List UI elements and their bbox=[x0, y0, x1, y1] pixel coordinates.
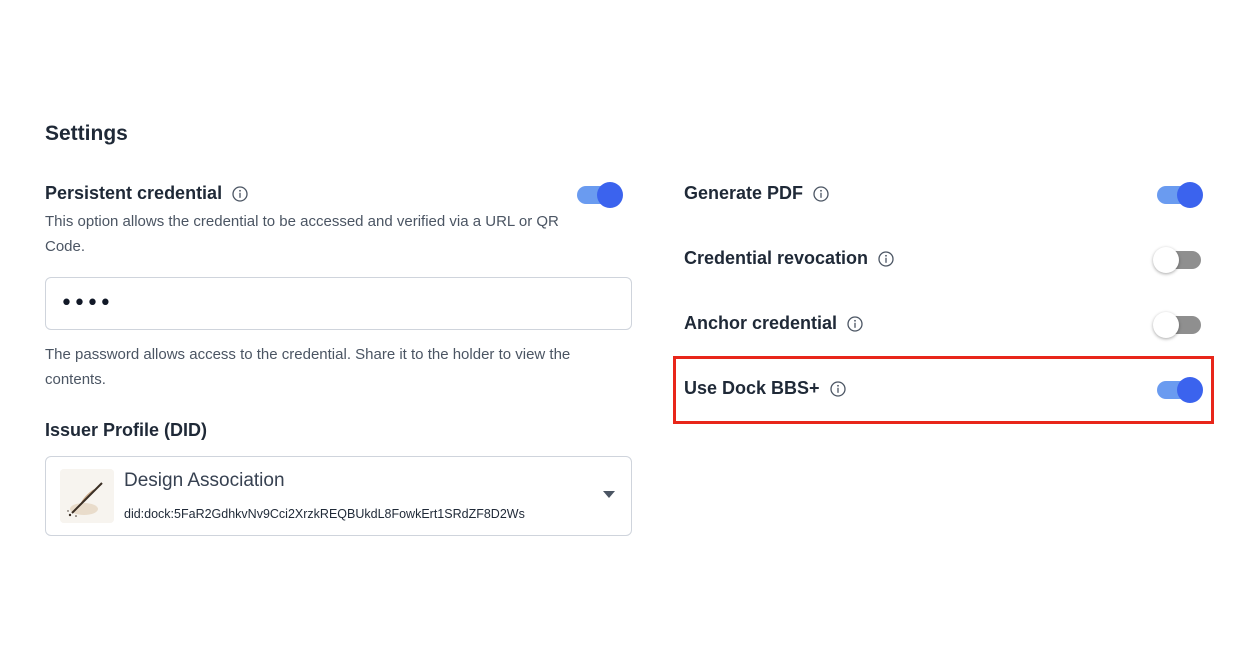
issuer-profile-label: Issuer Profile (DID) bbox=[45, 420, 208, 440]
issuer-name: Design Association bbox=[124, 470, 285, 491]
generate-pdf-label: Generate PDF bbox=[684, 183, 804, 203]
chevron-down-icon[interactable] bbox=[603, 491, 615, 498]
issuer-profile-select[interactable]: Design Association did:dock:5FaR2GdhkvNv… bbox=[45, 456, 632, 536]
anchor-credential-label: Anchor credential bbox=[684, 313, 838, 333]
persistent-credential-description: This option allows the credential to be … bbox=[45, 213, 559, 255]
credential-revocation-row: Credential revocation bbox=[684, 248, 894, 269]
info-icon[interactable] bbox=[232, 185, 248, 202]
persistent-credential-toggle[interactable] bbox=[577, 182, 623, 208]
toggle-knob bbox=[1153, 312, 1179, 338]
anchor-credential-row: Anchor credential bbox=[684, 313, 863, 334]
use-dock-bbs-row: Use Dock BBS+ bbox=[684, 378, 846, 399]
settings-title: Settings bbox=[45, 122, 128, 145]
info-icon[interactable] bbox=[878, 250, 894, 267]
generate-pdf-row: Generate PDF bbox=[684, 183, 829, 204]
persistent-credential-label: Persistent credential bbox=[45, 183, 223, 203]
info-icon[interactable] bbox=[813, 185, 829, 202]
persistent-credential-row: Persistent credential bbox=[45, 183, 248, 204]
generate-pdf-toggle[interactable] bbox=[1157, 182, 1203, 208]
anchor-credential-toggle[interactable] bbox=[1153, 312, 1203, 338]
toggle-knob bbox=[1177, 377, 1203, 403]
info-icon[interactable] bbox=[847, 315, 863, 332]
issuer-did: did:dock:5FaR2GdhkvNv9Cci2XrzkREQBUkdL8F… bbox=[124, 507, 525, 521]
toggle-knob bbox=[1177, 182, 1203, 208]
use-dock-bbs-toggle[interactable] bbox=[1157, 377, 1203, 403]
info-icon[interactable] bbox=[829, 380, 846, 397]
password-field[interactable] bbox=[45, 277, 632, 330]
quill-pen-icon bbox=[60, 469, 114, 523]
use-dock-bbs-label: Use Dock BBS+ bbox=[684, 378, 820, 398]
credential-revocation-toggle[interactable] bbox=[1153, 247, 1203, 273]
credential-revocation-label: Credential revocation bbox=[684, 248, 869, 268]
toggle-knob bbox=[1153, 247, 1179, 273]
password-help-text: The password allows access to the creden… bbox=[45, 346, 571, 388]
toggle-knob bbox=[597, 182, 623, 208]
